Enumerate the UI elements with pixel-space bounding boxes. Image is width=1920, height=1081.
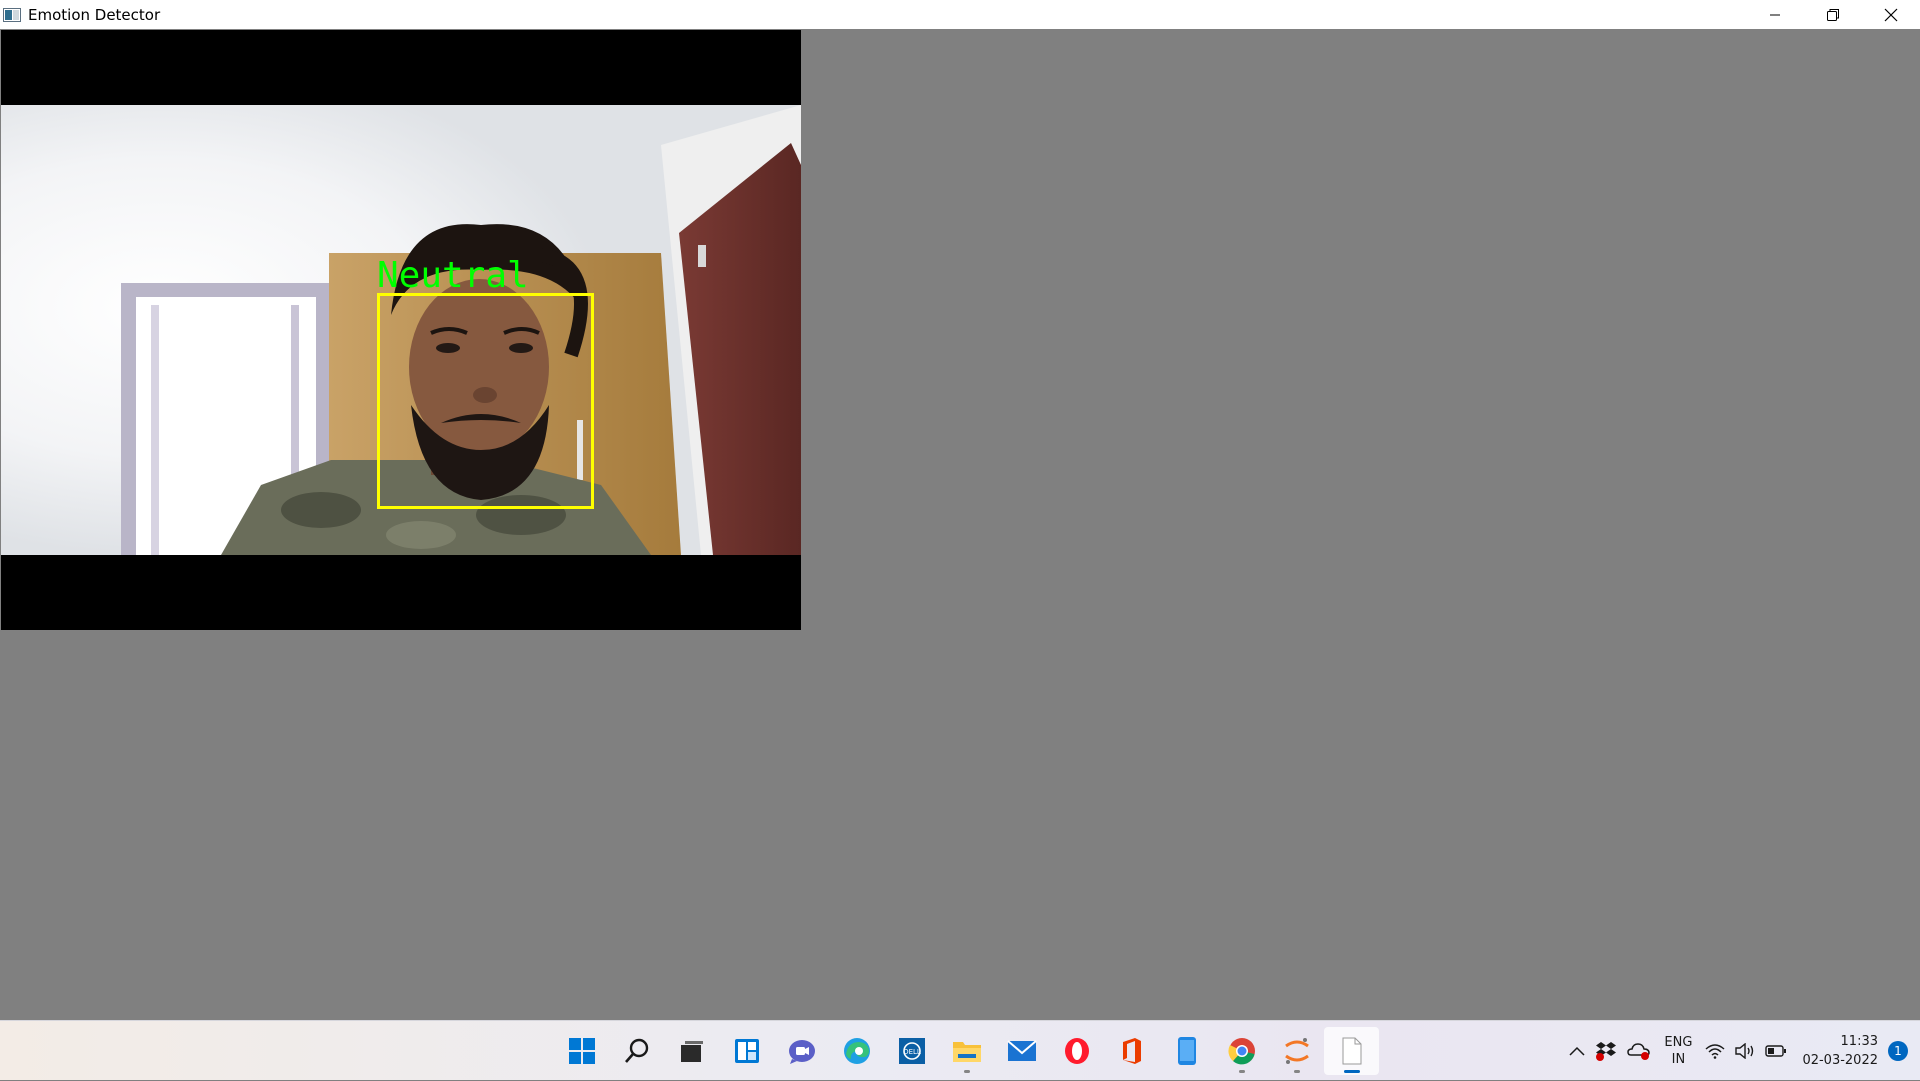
title-bar: Emotion Detector [0,0,1920,29]
active-indicator [1343,1070,1360,1073]
running-indicator [1293,1070,1300,1073]
jupyter-icon [1284,1038,1309,1064]
video-frame: Neutral [1,30,801,630]
mail-icon [1006,1040,1037,1061]
running-indicator [1238,1070,1245,1073]
system-tray: ENG IN 11:33 02-03-2022 1 [1564,1021,1920,1081]
wifi-button[interactable] [1700,1031,1730,1071]
wifi-icon [1705,1044,1725,1059]
taskbar: DELL ENG IN 11:33 02-03-2022 1 [0,1020,1920,1080]
jupyter-button[interactable] [1269,1027,1324,1075]
onedrive-tray-button[interactable] [1622,1031,1656,1071]
language-indicator[interactable]: ENG IN [1656,1034,1700,1068]
file-explorer-button[interactable] [939,1027,994,1075]
minimize-icon [1770,14,1780,15]
widgets-button[interactable] [719,1027,774,1075]
chevron-up-icon [1569,1046,1585,1056]
close-button[interactable] [1862,0,1920,29]
minimize-button[interactable] [1746,0,1804,29]
clock-date: 02-03-2022 [1802,1053,1878,1068]
taskbar-apps: DELL [554,1021,1379,1081]
teams-chat-icon [788,1040,815,1064]
office-button[interactable] [1104,1027,1159,1075]
teams-chat-button[interactable] [774,1027,829,1075]
dell-button[interactable]: DELL [884,1027,939,1075]
dropbox-icon [1596,1042,1617,1061]
language-code: ENG [1664,1035,1693,1050]
region-code: IN [1671,1052,1686,1067]
running-indicator [963,1070,970,1073]
phone-icon [1177,1037,1196,1065]
svg-text:DELL: DELL [903,1048,921,1056]
search-icon [624,1038,648,1063]
widgets-icon [734,1039,759,1063]
mail-button[interactable] [994,1027,1049,1075]
edge-icon [843,1038,870,1064]
emotion-label: Neutral [377,255,529,296]
file-explorer-icon [952,1042,981,1062]
show-hidden-icons-button[interactable] [1564,1031,1590,1071]
battery-button[interactable] [1760,1031,1792,1071]
start-button[interactable] [554,1027,609,1075]
restore-icon [1827,8,1839,21]
chrome-button[interactable] [1214,1027,1269,1075]
dell-icon: DELL [898,1038,925,1064]
phone-button[interactable] [1159,1027,1214,1075]
search-button[interactable] [609,1027,664,1075]
close-icon [1884,8,1898,21]
start-icon [568,1038,595,1064]
edge-button[interactable] [829,1027,884,1075]
clock[interactable]: 11:33 02-03-2022 [1792,1032,1884,1070]
office-icon [1122,1038,1141,1064]
cloud-icon [1627,1043,1651,1060]
opera-icon [1064,1038,1089,1064]
window-title: Emotion Detector [28,5,161,24]
volume-icon [1735,1043,1754,1059]
clock-time: 11:33 [1840,1034,1878,1049]
face-bounding-box [377,293,594,509]
volume-button[interactable] [1730,1031,1760,1071]
document-button[interactable] [1324,1027,1379,1075]
battery-icon [1765,1045,1787,1057]
notification-badge[interactable]: 1 [1888,1041,1908,1061]
restore-button[interactable] [1804,0,1862,29]
task-view-button[interactable] [664,1027,719,1075]
app-icon [3,7,21,23]
dropbox-tray-button[interactable] [1590,1031,1622,1071]
chrome-icon [1227,1038,1255,1065]
opera-button[interactable] [1049,1027,1104,1075]
document-icon [1342,1037,1361,1065]
window-controls [1746,0,1920,29]
task-view-icon [680,1041,703,1062]
